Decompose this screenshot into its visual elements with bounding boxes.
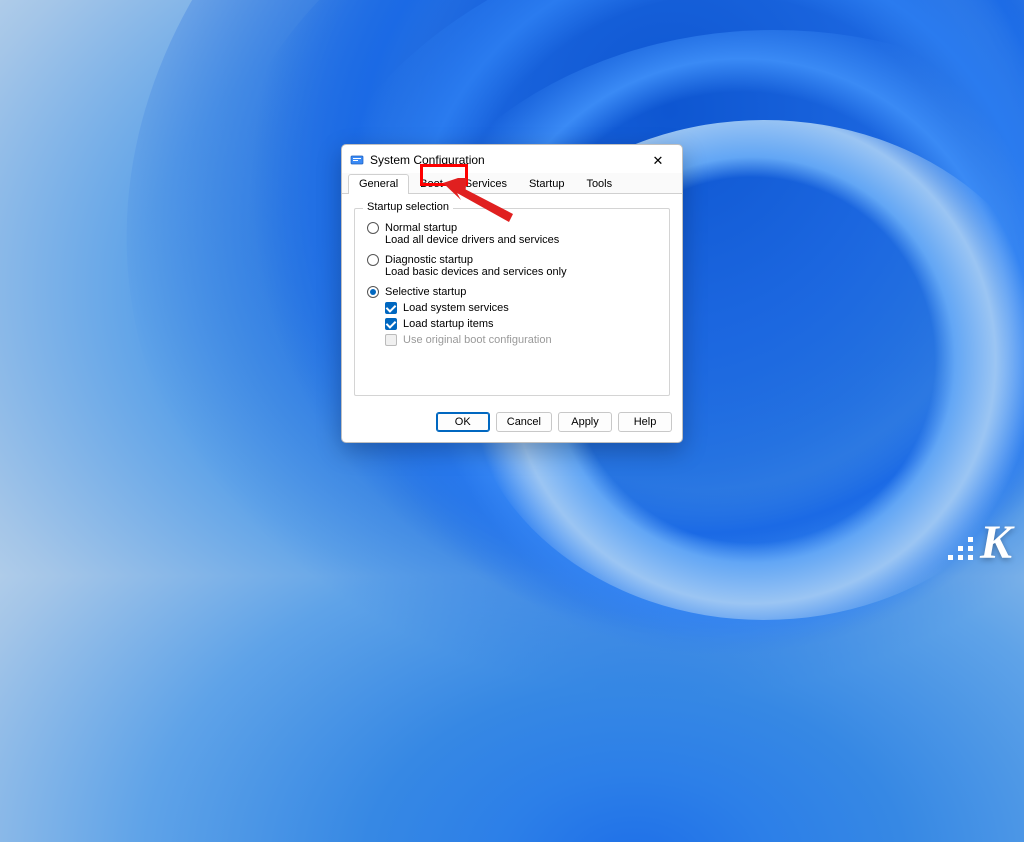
checkbox-icon: [385, 334, 397, 346]
help-button[interactable]: Help: [618, 412, 672, 432]
msconfig-icon: [350, 153, 364, 167]
option-diagnostic-startup[interactable]: Diagnostic startup Load basic devices an…: [367, 254, 659, 278]
startup-selection-group: Startup selection Normal startup Load al…: [354, 208, 670, 396]
close-icon: ✕: [653, 154, 664, 167]
cancel-button[interactable]: Cancel: [496, 412, 552, 432]
titlebar: System Configuration ✕: [342, 145, 682, 173]
watermark: K: [948, 515, 1012, 570]
option-sublabel: Load basic devices and services only: [385, 266, 659, 278]
apply-button[interactable]: Apply: [558, 412, 612, 432]
tab-startup[interactable]: Startup: [518, 174, 575, 194]
group-legend: Startup selection: [363, 201, 453, 213]
watermark-dots-icon: [948, 537, 974, 560]
dialog-title: System Configuration: [370, 153, 642, 167]
checkbox-load-system-services[interactable]: Load system services: [385, 302, 659, 314]
checkbox-label: Load startup items: [403, 318, 494, 330]
annotation-arrow-icon: [443, 178, 523, 228]
checkbox-label: Use original boot configuration: [403, 334, 552, 346]
checkbox-icon: [385, 302, 397, 314]
radio-icon: [367, 222, 379, 234]
option-sublabel: Load all device drivers and services: [385, 234, 659, 246]
checkbox-label: Load system services: [403, 302, 509, 314]
radio-icon: [367, 286, 379, 298]
radio-icon: [367, 254, 379, 266]
option-label: Selective startup: [385, 286, 466, 298]
checkbox-use-original-boot-configuration: Use original boot configuration: [385, 334, 659, 346]
checkbox-icon: [385, 318, 397, 330]
option-selective-startup[interactable]: Selective startup Load system services L…: [367, 286, 659, 346]
dialog-buttons: OK Cancel Apply Help: [342, 404, 682, 442]
ok-button[interactable]: OK: [436, 412, 490, 432]
tab-tools[interactable]: Tools: [575, 174, 623, 194]
close-button[interactable]: ✕: [642, 149, 674, 171]
option-label: Diagnostic startup: [385, 254, 473, 266]
checkbox-load-startup-items[interactable]: Load startup items: [385, 318, 659, 330]
watermark-letter: K: [980, 515, 1012, 570]
tab-general[interactable]: General: [348, 174, 409, 194]
